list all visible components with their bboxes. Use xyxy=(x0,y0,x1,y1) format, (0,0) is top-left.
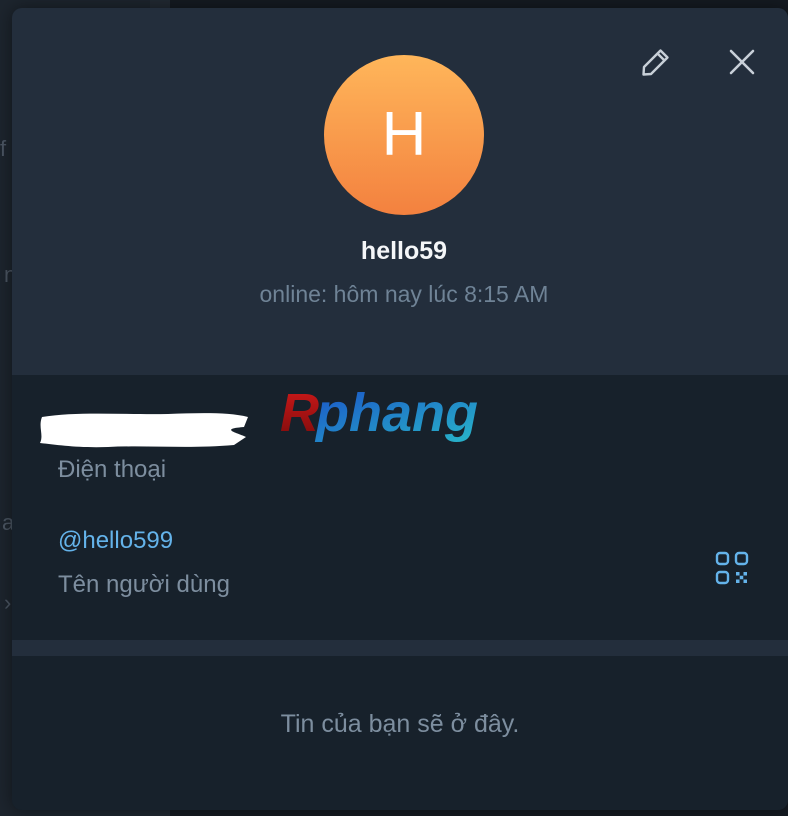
profile-info-section: R phang Điện thoại @hello599 Tên người d… xyxy=(12,375,788,640)
watermark-logo: R phang xyxy=(280,383,478,443)
phone-number-redaction xyxy=(40,413,248,448)
qr-code-button[interactable] xyxy=(712,548,752,588)
close-button[interactable] xyxy=(720,40,764,84)
user-info-dialog: H hello59 online: hôm nay lúc 8:15 AM R … xyxy=(12,8,788,810)
edit-button[interactable] xyxy=(634,40,678,84)
username-label: Tên người dùng xyxy=(58,571,230,598)
svg-text:R: R xyxy=(280,383,319,443)
username-value[interactable]: @hello599 xyxy=(58,527,173,555)
section-divider xyxy=(12,640,788,656)
background-glyph: › xyxy=(4,590,12,615)
profile-status: online: hôm nay lúc 8:15 AM xyxy=(259,281,549,307)
phone-label: Điện thoại xyxy=(58,456,167,483)
pencil-icon xyxy=(642,49,669,76)
avatar[interactable]: H xyxy=(324,55,484,215)
stories-section: Tin của bạn sẽ ở đây. xyxy=(12,656,788,810)
close-icon xyxy=(729,49,755,75)
profile-name: hello59 xyxy=(360,237,448,265)
profile-header: H hello59 online: hôm nay lúc 8:15 AM xyxy=(12,8,788,375)
qr-code-icon xyxy=(715,551,749,585)
avatar-initial: H xyxy=(381,100,427,169)
background-glyph: f xyxy=(0,136,7,161)
stories-empty-text: Tin của bạn sẽ ở đây. xyxy=(280,710,520,738)
svg-text:phang: phang xyxy=(314,383,478,443)
